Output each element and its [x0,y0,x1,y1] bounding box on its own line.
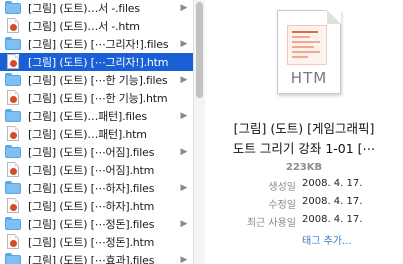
meta-value-modified: 2008. 4. 17. [302,196,363,207]
htm-file-icon [4,125,22,143]
chevron-right-icon: ▶ [180,147,188,157]
htm-file-icon [4,53,22,71]
chevron-right-icon: ▶ [180,75,188,85]
htm-file-icon [4,89,22,107]
file-name: [그림] (도트)…서 -.htm [28,20,140,33]
chevron-right-icon: ▶ [180,183,188,193]
folder-row[interactable]: [그림] (도트)…패턴].files ▶ [0,107,193,125]
folder-icon [4,143,22,161]
meta-created: 생성일 2008. 4. 17. [205,178,403,196]
folder-icon [4,179,22,197]
file-list-column: [그림] (도트)…서 -.files ▶ [그림] (도트)…서 -.htm [그림… [0,0,193,264]
file-type-label: HTM [290,69,328,87]
htm-file-icon [4,233,22,251]
file-name: [그림] (도트) [⋯어짐].htm [28,164,155,177]
htm-document-icon: HTM [277,10,341,94]
file-name: [그림] (도트) [⋯그리자!].htm [28,56,169,69]
file-name: [그림] (도트) [⋯어짐].files [28,146,155,159]
file-name: [그림] (도트) [⋯하자].files [28,182,155,195]
meta-modified: 수정일 2008. 4. 17. [205,196,403,214]
file-name: [그림] (도트) [⋯하자].htm [28,200,155,213]
page-thumbnail [287,25,327,65]
folder-row[interactable]: [그림] (도트) [⋯한 기능].files ▶ [0,71,193,89]
chevron-right-icon: ▶ [180,255,188,264]
chevron-right-icon: ▶ [180,111,188,121]
folder-icon [4,107,22,125]
preview-title-line-1: [그림] (도트) [게임그래픽] [233,121,375,136]
preview-file-name: [그림] (도트) [게임그래픽] 도트 그리기 강좌 1-01 [⋯ [205,119,403,159]
file-name: [그림] (도트) [⋯정돈].files [28,218,155,231]
file-name: [그림] (도트)…패턴].htm [28,128,147,141]
htm-file-icon [4,197,22,215]
meta-key-modified: 수정일 [268,200,296,211]
htm-file-row[interactable]: [그림] (도트) [⋯한 기능].htm [0,89,193,107]
file-name: [그림] (도트) [⋯그리자!].files [28,38,169,51]
htm-file-row[interactable]: [그림] (도트)…서 -.htm [0,17,193,35]
meta-tags: 태그 추가... [205,232,403,250]
htm-file-row[interactable]: [그림] (도트) [⋯어짐].htm [0,161,193,179]
folder-row[interactable]: [그림] (도트)…서 -.files ▶ [0,0,193,17]
file-name: [그림] (도트) [⋯효과].files [28,254,155,264]
file-name: [그림] (도트)…서 -.files [28,2,140,15]
htm-file-icon [4,161,22,179]
meta-value-created: 2008. 4. 17. [302,178,363,189]
htm-file-row[interactable]: [그림] (도트) [⋯그리자!].htm [0,53,193,71]
chevron-right-icon: ▶ [180,219,188,229]
htm-file-icon [4,17,22,35]
folder-icon [4,35,22,53]
file-list-scrollbar[interactable] [193,0,205,264]
meta-last-opened: 최근 사용일 2008. 4. 17. [205,214,403,232]
htm-file-row[interactable]: [그림] (도트) [⋯하자].htm [0,197,193,215]
htm-file-row[interactable]: [그림] (도트)…패턴].htm [0,125,193,143]
htm-file-row[interactable]: [그림] (도트) [⋯정돈].htm [0,233,193,251]
preview-pane: HTM [그림] (도트) [게임그래픽] 도트 그리기 강좌 1-01 [⋯ … [205,0,403,264]
file-name: [그림] (도트) [⋯한 기능].htm [28,92,168,105]
folder-row[interactable]: [그림] (도트) [⋯하자].files ▶ [0,179,193,197]
meta-value-last-opened: 2008. 4. 17. [302,214,363,225]
folder-row[interactable]: [그림] (도트) [⋯어짐].files ▶ [0,143,193,161]
chevron-right-icon: ▶ [180,39,188,49]
folder-icon [4,71,22,89]
add-tags-link[interactable]: 태그 추가... [302,232,352,247]
file-name: [그림] (도트) [⋯한 기능].files [28,74,168,87]
folder-row[interactable]: [그림] (도트) [⋯효과].files ▶ [0,251,193,264]
file-name: [그림] (도트) [⋯정돈].htm [28,236,155,249]
scrollbar-thumb[interactable] [196,2,203,98]
meta-key-created: 생성일 [268,182,296,193]
file-size: 223KB [285,162,323,173]
folder-icon [4,0,22,17]
folder-icon [4,215,22,233]
file-name: [그림] (도트)…패턴].files [28,110,147,123]
folder-row[interactable]: [그림] (도트) [⋯정돈].files ▶ [0,215,193,233]
chevron-right-icon: ▶ [180,3,188,13]
preview-title-line-2: 도트 그리기 강좌 1-01 [⋯ [232,141,376,156]
meta-key-last-opened: 최근 사용일 [246,218,296,229]
folder-icon [4,251,22,264]
folder-row[interactable]: [그림] (도트) [⋯그리자!].files ▶ [0,35,193,53]
